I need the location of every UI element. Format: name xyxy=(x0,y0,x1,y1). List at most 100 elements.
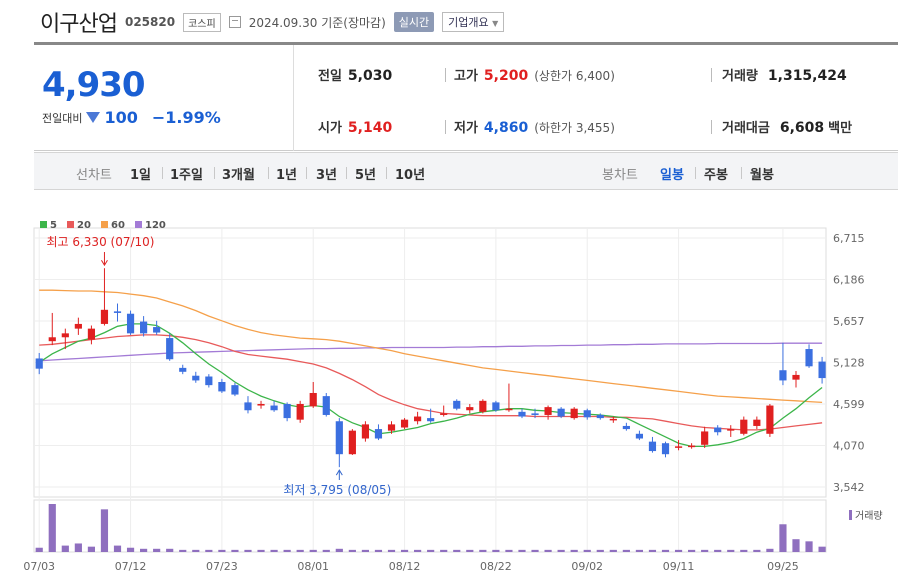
candle-body xyxy=(779,370,787,381)
candle-body xyxy=(179,367,187,372)
candle-body xyxy=(453,400,461,409)
legend-label: 60 xyxy=(111,220,125,231)
candle-body xyxy=(348,430,356,455)
candle-body xyxy=(74,323,82,329)
price-chart: 6,715 6,186 5,657 5,128 4,599 4,070 3,542 07/03… xyxy=(23,220,883,573)
candle-body xyxy=(818,361,826,379)
legend-label: 5 xyxy=(50,220,57,231)
candle-body xyxy=(701,431,709,445)
candle-body xyxy=(218,382,226,392)
volume-bar xyxy=(427,549,435,552)
volume-bar xyxy=(335,548,343,552)
volume-bar xyxy=(635,549,644,552)
candle-body xyxy=(61,333,69,338)
candle-body xyxy=(714,427,722,433)
y-tick-label: 5,128 xyxy=(833,357,865,370)
volume-bar xyxy=(518,549,526,552)
legend-swatch xyxy=(101,221,108,228)
volume-bar xyxy=(387,549,396,552)
candle-body xyxy=(609,418,617,421)
volume-bar xyxy=(453,549,461,552)
volume-bar xyxy=(622,549,630,552)
candle-body xyxy=(688,445,696,448)
legend-label: 120 xyxy=(145,220,166,231)
volume-bar xyxy=(113,545,122,552)
y-tick-label: 3,542 xyxy=(833,481,865,494)
legend-label: 20 xyxy=(77,220,91,231)
legend-swatch xyxy=(135,221,142,228)
x-tick-label: 08/22 xyxy=(480,560,512,573)
legend-swatch xyxy=(67,221,74,228)
candle-body xyxy=(296,403,304,420)
volume-bar xyxy=(35,547,43,552)
legend-swatch xyxy=(40,221,47,228)
candle-body xyxy=(583,410,591,418)
volume-bar xyxy=(466,549,474,552)
volume-bar xyxy=(296,549,304,552)
candle-body xyxy=(414,416,422,422)
candle-body xyxy=(35,358,43,369)
candle-body xyxy=(648,441,657,452)
candle-body xyxy=(309,392,317,407)
volume-bar xyxy=(192,549,200,552)
candle-body xyxy=(505,408,513,411)
volume-bar xyxy=(61,545,69,552)
volume-label: 거래량 xyxy=(855,510,883,522)
candle-body xyxy=(48,337,56,342)
volume-legend-swatch xyxy=(849,510,852,520)
volume-bar xyxy=(544,549,552,552)
volume-bar xyxy=(74,543,82,552)
x-tick-label: 07/23 xyxy=(206,560,238,573)
volume-bar xyxy=(153,548,161,552)
candle-body xyxy=(596,414,604,419)
candle-body xyxy=(244,402,252,411)
volume-bar xyxy=(166,548,174,552)
candle-body xyxy=(257,403,265,406)
volume-bar xyxy=(818,546,826,552)
candle-body xyxy=(387,424,396,431)
volume-bar xyxy=(766,548,774,552)
volume-bar xyxy=(557,549,565,552)
volume-bar xyxy=(414,549,422,552)
candle-body xyxy=(283,403,291,419)
low-annotation: 최저 3,795 (08/05) xyxy=(283,483,391,497)
volume-bar xyxy=(661,549,670,552)
volume-bar xyxy=(100,509,109,552)
x-tick-label: 09/25 xyxy=(767,560,799,573)
y-tick-label: 5,657 xyxy=(833,315,865,328)
volume-bar xyxy=(609,549,617,552)
volume-bar xyxy=(701,549,709,552)
candle-body xyxy=(766,405,774,434)
volume-bar xyxy=(492,549,500,552)
candle-body xyxy=(492,402,500,411)
candle-body xyxy=(727,429,735,431)
candle-body xyxy=(661,443,670,455)
high-annotation: 최고 6,330 (07/10) xyxy=(46,235,154,249)
volume-bar xyxy=(374,549,383,552)
volume-bar xyxy=(505,549,513,552)
volume-frame xyxy=(33,499,827,553)
volume-bar xyxy=(596,549,604,552)
volume-bar xyxy=(231,549,239,552)
candle-body xyxy=(126,313,135,334)
candle-body xyxy=(231,385,239,395)
volume-bar xyxy=(283,549,291,552)
volume-bar xyxy=(648,549,657,552)
candle-body xyxy=(100,309,109,324)
volume-bar xyxy=(140,548,148,552)
candle-body xyxy=(192,375,200,381)
volume-bar xyxy=(440,549,448,552)
candle-body xyxy=(570,408,578,419)
candle-body xyxy=(622,425,630,430)
volume-bar xyxy=(740,549,748,552)
volume-bar xyxy=(244,549,252,552)
volume-bar xyxy=(727,549,735,552)
volume-bar xyxy=(714,549,722,552)
y-tick-label: 4,599 xyxy=(833,398,865,411)
candle-body xyxy=(440,413,448,415)
x-tick-label: 07/03 xyxy=(23,560,55,573)
volume-bar xyxy=(348,549,356,552)
x-tick-label: 08/12 xyxy=(389,560,421,573)
candle-body xyxy=(466,407,474,411)
candle-body xyxy=(753,419,761,426)
